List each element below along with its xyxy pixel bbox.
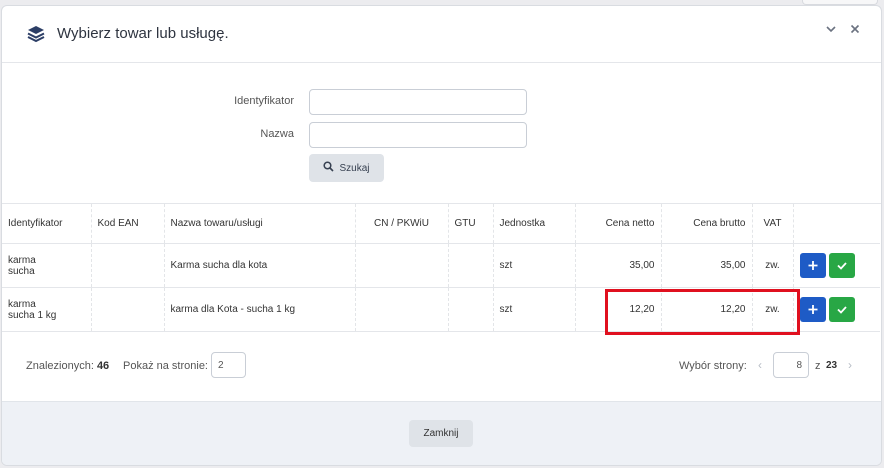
cell-gtu (448, 287, 494, 332)
cell-vat: zw. (752, 243, 794, 288)
select-item-dialog: Wybierz towar lub usługę. Identyfikator … (1, 5, 882, 466)
table-row[interactable]: karma sucha 1 kg karma dla Kota - sucha 1… (2, 287, 880, 332)
cell-cn (355, 287, 449, 332)
cell-vat: zw. (752, 287, 794, 332)
column-header[interactable]: Cena netto (575, 204, 662, 244)
cell-unit: szt (493, 287, 576, 332)
add-item-button[interactable] (799, 297, 826, 322)
identifier-input[interactable] (309, 89, 527, 115)
dialog-header: Wybierz towar lub usługę. (2, 6, 881, 63)
items-table: Identyfikator Kod EAN Nazwa towaru/usług… (2, 203, 881, 332)
cell-ean (91, 243, 165, 288)
check-icon (837, 262, 847, 270)
cell-actions (793, 287, 880, 332)
column-header[interactable]: Nazwa towaru/usługi (164, 204, 356, 244)
check-icon (837, 306, 847, 314)
cell-brutto: 12,20 (661, 287, 753, 332)
cell-name: Karma sucha dla kota (164, 243, 356, 288)
select-item-button[interactable] (829, 253, 856, 278)
close-icon[interactable] (847, 23, 863, 39)
column-header[interactable]: Cena brutto (661, 204, 753, 244)
cell-name: karma dla Kota - sucha 1 kg (164, 287, 356, 332)
cell-identifier: karma sucha 1 kg (2, 287, 92, 332)
search-button[interactable]: Szukaj (309, 154, 384, 182)
search-button-label: Szukaj (339, 162, 370, 174)
plus-icon (808, 305, 817, 314)
results-count: Znalezionych: 46 (26, 360, 110, 372)
chevron-down-icon[interactable] (823, 23, 839, 39)
per-page-input[interactable]: 2 (211, 352, 246, 378)
name-label: Nazwa (260, 128, 294, 140)
column-header[interactable]: Identyfikator (2, 204, 92, 244)
add-item-button[interactable] (799, 253, 826, 278)
cell-ean (91, 287, 165, 332)
cell-netto: 12,20 (575, 287, 662, 332)
cell-cn (355, 243, 449, 288)
cell-netto: 35,00 (575, 243, 662, 288)
per-page-label: Pokaż na stronie: (123, 360, 208, 372)
table-row[interactable]: karma sucha Karma sucha dla kota szt 35,0… (2, 243, 880, 288)
search-icon (323, 161, 335, 175)
page-select-label: Wybór strony: (679, 360, 747, 372)
chevron-left-icon[interactable]: ‹ (758, 358, 762, 372)
cell-actions (793, 243, 880, 288)
name-input[interactable] (309, 122, 527, 148)
table-header-row: Identyfikator Kod EAN Nazwa towaru/usług… (2, 204, 880, 244)
dialog-title: Wybierz towar lub usługę. (57, 25, 229, 42)
page-number-input[interactable]: 8 (773, 352, 809, 378)
select-item-button[interactable] (829, 297, 856, 322)
dialog-footer: Zamknij (2, 401, 881, 465)
identifier-label: Identyfikator (234, 95, 294, 107)
column-header[interactable]: GTU (448, 204, 494, 244)
layers-icon (26, 24, 46, 44)
chevron-right-icon[interactable]: › (848, 358, 852, 372)
column-header[interactable]: VAT (752, 204, 794, 244)
column-header[interactable]: Jednostka (493, 204, 576, 244)
actions-header (793, 204, 880, 244)
cell-unit: szt (493, 243, 576, 288)
cell-identifier: karma sucha (2, 243, 92, 288)
page-of-label: z (815, 360, 821, 372)
cell-brutto: 35,00 (661, 243, 753, 288)
column-header[interactable]: Kod EAN (91, 204, 165, 244)
column-header[interactable]: CN / PKWiU (355, 204, 449, 244)
close-button[interactable]: Zamknij (409, 420, 473, 447)
total-pages: 23 (826, 360, 838, 371)
pagination-bar: Znalezionych: 46 Pokaż na stronie: 2 Wyb… (2, 346, 881, 386)
plus-icon (808, 261, 817, 270)
cell-gtu (448, 243, 494, 288)
